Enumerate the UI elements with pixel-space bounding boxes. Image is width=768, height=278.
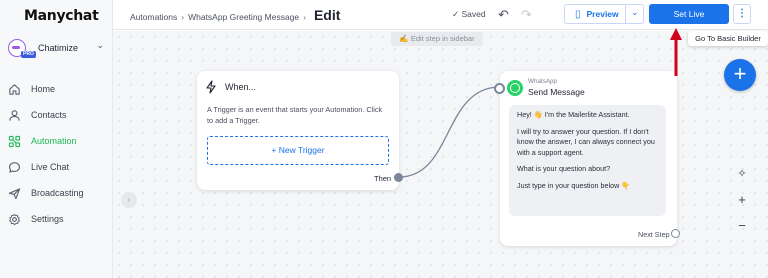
broadcasting-icon — [7, 186, 21, 200]
sidebar-nav: Home Contacts Automation Live Chat Broad… — [0, 76, 113, 232]
phone-icon: ▯ — [575, 8, 581, 20]
saved-label: Saved — [461, 9, 486, 19]
saved-status: ✓ Saved — [452, 9, 486, 20]
send-message-card[interactable]: WhatsApp Send Message Hey! 👋 I'm the Mai… — [500, 71, 680, 246]
more-options-icon[interactable]: ⋮ — [733, 4, 751, 24]
pro-badge: PRO — [21, 51, 36, 58]
new-trigger-button[interactable]: + New Trigger — [207, 136, 389, 165]
divider — [625, 5, 626, 23]
undo-icon[interactable]: ↶ — [498, 7, 509, 23]
collapse-sidebar-icon[interactable]: › — [121, 192, 137, 208]
then-label: Then — [374, 174, 392, 183]
send-card-channel: WhatsApp — [528, 78, 558, 85]
sidebar: Manychat PRO Chatimize ⌄ Home Contacts A… — [0, 0, 113, 278]
chevron-down-icon: ⌄ — [96, 40, 104, 50]
send-card-title: Send Message — [528, 87, 585, 97]
next-step-label: Next Step — [638, 230, 670, 239]
message-line: I will try to answer your question. If I… — [517, 126, 655, 157]
message-bubble: Hey! 👋 I'm the Mailerlite Assistant. I w… — [509, 105, 666, 216]
zoom-in-icon[interactable]: + — [733, 191, 751, 209]
then-output-handle[interactable] — [394, 173, 403, 182]
breadcrumb-separator-icon: › — [181, 12, 185, 22]
contacts-icon — [7, 108, 21, 122]
trigger-card-title: When... — [225, 82, 257, 92]
message-line: Just type in your question below 👇 — [517, 180, 631, 190]
page-title: Edit — [313, 7, 341, 23]
settings-icon — [7, 212, 21, 226]
zoom-out-icon[interactable]: − — [733, 217, 751, 235]
account-switcher[interactable]: PRO Chatimize ⌄ — [6, 38, 108, 58]
preview-label: Preview — [586, 9, 619, 19]
top-header: Automations › WhatsApp Greeting Message … — [113, 0, 768, 30]
whatsapp-icon — [507, 80, 523, 96]
breadcrumb-automations[interactable]: Automations — [130, 12, 177, 22]
breadcrumb-separator-icon: › — [303, 12, 306, 22]
sidebar-item-live-chat[interactable]: Live Chat — [0, 154, 113, 180]
sidebar-item-broadcasting[interactable]: Broadcasting — [0, 180, 113, 206]
magic-wand-icon[interactable]: ✧ — [733, 165, 751, 183]
lightning-icon — [206, 80, 216, 94]
edit-step-hint: ✍ Edit step in sidebar — [391, 32, 483, 46]
live-chat-icon — [7, 160, 21, 174]
add-step-button[interactable]: + — [724, 59, 756, 91]
flow-canvas[interactable]: ✍ Edit step in sidebar › When... A Trigg… — [113, 31, 768, 278]
account-avatar-icon: PRO — [8, 39, 36, 58]
breadcrumb-flow-name[interactable]: WhatsApp Greeting Message — [188, 12, 299, 22]
checkmark-icon: ✓ — [452, 9, 460, 19]
account-name: Chatimize — [38, 43, 79, 53]
breadcrumb: Automations › WhatsApp Greeting Message … — [130, 7, 340, 23]
sidebar-item-contacts[interactable]: Contacts — [0, 102, 113, 128]
trigger-card[interactable]: When... A Trigger is an event that start… — [197, 71, 399, 190]
send-card-input-handle — [494, 83, 505, 94]
automation-icon — [7, 134, 21, 148]
message-line: What is your question about? — [517, 164, 611, 173]
sidebar-item-settings[interactable]: Settings — [0, 206, 113, 232]
redo-icon[interactable]: ↷ — [521, 7, 532, 23]
sidebar-item-label: Broadcasting — [31, 188, 84, 198]
message-line: Hey! 👋 I'm the Mailerlite Assistant. — [517, 110, 630, 119]
set-live-button[interactable]: Set Live — [649, 4, 729, 24]
next-step-handle[interactable] — [671, 229, 680, 238]
sidebar-item-automation[interactable]: Automation — [0, 128, 113, 154]
sidebar-item-label: Contacts — [31, 110, 67, 120]
sidebar-item-label: Home — [31, 84, 56, 94]
basic-builder-tooltip: Go To Basic Builder — [688, 31, 768, 46]
chevron-down-icon[interactable]: ⌄ — [631, 7, 639, 18]
sidebar-item-label: Automation — [31, 136, 77, 146]
manychat-logo[interactable]: Manychat — [24, 8, 99, 24]
preview-button[interactable]: ▯ Preview ⌄ — [564, 4, 644, 24]
sidebar-item-label: Live Chat — [31, 162, 70, 172]
sidebar-item-label: Settings — [31, 214, 64, 224]
sidebar-item-home[interactable]: Home — [0, 76, 113, 102]
trigger-card-description: A Trigger is an event that starts your A… — [207, 105, 383, 125]
home-icon — [7, 82, 21, 96]
